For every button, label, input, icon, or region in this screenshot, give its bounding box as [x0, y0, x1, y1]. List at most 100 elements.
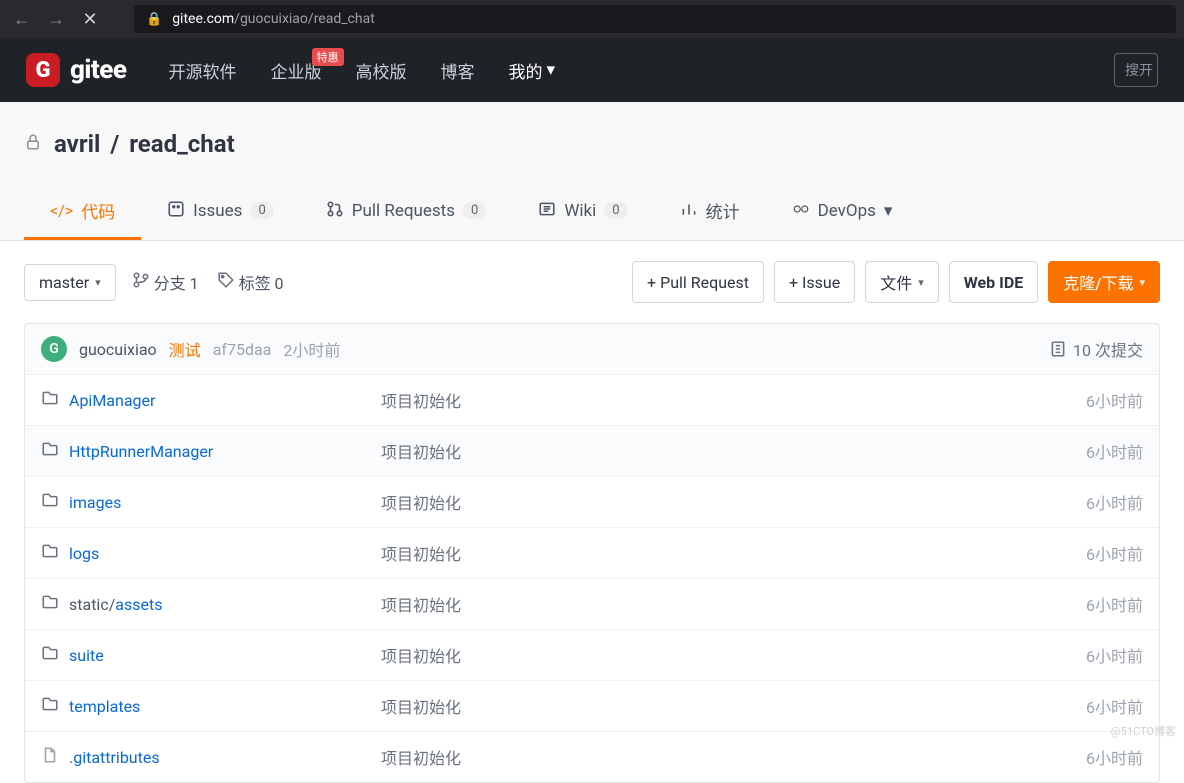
file-link[interactable]: logs [69, 544, 99, 563]
file-link[interactable]: templates [69, 697, 140, 716]
latest-commit-bar: G guocuixiao 测试 af75daa 2小时前 10 次提交 [24, 323, 1160, 374]
tab-issues-label: Issues [193, 201, 242, 221]
tab-wiki[interactable]: Wiki 0 [512, 184, 653, 240]
tab-wiki-label: Wiki [564, 201, 596, 221]
wiki-icon [538, 200, 556, 222]
branch-selector[interactable]: master ▾ [24, 264, 116, 301]
path-separator: / [110, 130, 119, 158]
url-text: gitee.com/guocuixiao/read_chat [172, 11, 375, 27]
file-commit-message[interactable]: 项目初始化 [381, 541, 1023, 565]
file-time: 6小时前 [1023, 541, 1143, 565]
file-time: 6小时前 [1023, 592, 1143, 616]
commit-time: 2小时前 [283, 337, 340, 361]
nav-university[interactable]: 高校版 [356, 58, 407, 83]
search-input[interactable]: 搜开 [1114, 53, 1158, 87]
repo-tabs: </> 代码 Issues 0 Pull Requests 0 Wiki 0 [24, 184, 1160, 240]
issues-count-badge: 0 [250, 202, 273, 219]
branch-icon [132, 274, 154, 293]
repo-owner-link[interactable]: avril [54, 130, 100, 158]
folder-icon [41, 491, 59, 513]
file-time: 6小时前 [1023, 388, 1143, 412]
nav-blog[interactable]: 博客 [441, 58, 475, 83]
chevron-down-icon: ▾ [95, 276, 101, 289]
nav-enterprise[interactable]: 企业版 特惠 [271, 58, 322, 83]
files-label: 文件 [880, 270, 912, 294]
tags-link[interactable]: 标签 0 [217, 270, 284, 294]
wiki-count-badge: 0 [604, 202, 627, 219]
folder-icon [41, 644, 59, 666]
table-row: suite项目初始化6小时前 [25, 629, 1159, 680]
branches-link[interactable]: 分支 1 [132, 270, 199, 294]
table-row: .gitattributes项目初始化6小时前 [25, 731, 1159, 782]
file-commit-message[interactable]: 项目初始化 [381, 439, 1023, 463]
file-name-cell: templates [41, 695, 381, 717]
promo-badge: 特惠 [312, 48, 344, 66]
file-commit-message[interactable]: 项目初始化 [381, 745, 1023, 769]
table-row: static/assets 项目初始化6小时前 [25, 578, 1159, 629]
toolbar-actions: + Pull Request + Issue 文件 ▾ Web IDE 克隆/下… [632, 261, 1160, 303]
tab-issues[interactable]: Issues 0 [141, 184, 300, 240]
forward-button[interactable]: → [42, 5, 70, 33]
file-time: 6小时前 [1023, 439, 1143, 463]
chevron-down-icon: ▾ [1139, 276, 1145, 289]
file-commit-message[interactable]: 项目初始化 [381, 592, 1023, 616]
back-button[interactable]: ← [8, 5, 36, 33]
folder-icon [41, 389, 59, 411]
commit-sha[interactable]: af75daa [213, 340, 272, 359]
repo-toolbar: master ▾ 分支 1 标签 0 + Pull Request + Issu… [0, 241, 1184, 323]
branch-name: master [39, 273, 89, 292]
file-link[interactable]: suite [69, 646, 104, 665]
folder-icon [41, 542, 59, 564]
tag-icon [217, 274, 239, 293]
chevron-down-icon: ▾ [884, 201, 893, 221]
nav-opensource[interactable]: 开源软件 [169, 58, 237, 83]
file-name-cell: .gitattributes [41, 746, 381, 768]
new-issue-button[interactable]: + Issue [774, 261, 855, 303]
clone-button[interactable]: 克隆/下载 ▾ [1048, 261, 1160, 303]
commits-count-label: 10 次提交 [1073, 337, 1143, 361]
file-link[interactable]: ApiManager [69, 391, 155, 410]
commits-count-link[interactable]: 10 次提交 [1049, 337, 1143, 361]
commit-author[interactable]: guocuixiao [79, 340, 157, 359]
tags-label: 标签 0 [239, 274, 284, 293]
commit-message[interactable]: 测试 [169, 337, 201, 361]
file-link[interactable]: HttpRunnerManager [69, 442, 213, 461]
address-bar[interactable]: 🔒 gitee.com/guocuixiao/read_chat [134, 5, 1176, 33]
file-commit-message[interactable]: 项目初始化 [381, 388, 1023, 412]
browser-toolbar: ← → ✕ 🔒 gitee.com/guocuixiao/read_chat [0, 0, 1184, 38]
watermark: @51CTO博客 [1111, 723, 1176, 739]
folder-icon [41, 440, 59, 462]
file-name-cell: logs [41, 542, 381, 564]
tab-devops-label: DevOps [818, 201, 876, 221]
nav-mine[interactable]: 我的 ▾ [509, 58, 556, 83]
tab-pulls[interactable]: Pull Requests 0 [300, 184, 513, 240]
repo-name-link[interactable]: read_chat [129, 130, 234, 158]
branches-label: 分支 1 [154, 274, 199, 293]
files-button[interactable]: 文件 ▾ [865, 261, 939, 303]
site-header: G gitee 开源软件 企业版 特惠 高校版 博客 我的 ▾ 搜开 [0, 38, 1184, 102]
web-ide-button[interactable]: Web IDE [949, 261, 1038, 303]
devops-icon [792, 200, 810, 222]
file-link[interactable]: .gitattributes [69, 748, 160, 767]
gitee-logo[interactable]: G gitee [26, 53, 127, 87]
logo-text: gitee [70, 55, 127, 85]
file-commit-message[interactable]: 项目初始化 [381, 643, 1023, 667]
file-link[interactable]: images [69, 493, 121, 512]
file-commit-message[interactable]: 项目初始化 [381, 490, 1023, 514]
pulls-count-badge: 0 [463, 202, 486, 219]
tab-devops[interactable]: DevOps ▾ [766, 184, 919, 240]
tab-code[interactable]: </> 代码 [24, 184, 141, 240]
table-row: images项目初始化6小时前 [25, 476, 1159, 527]
stop-button[interactable]: ✕ [76, 9, 104, 30]
file-time: 6小时前 [1023, 694, 1143, 718]
chevron-down-icon: ▾ [547, 60, 556, 80]
avatar[interactable]: G [41, 336, 67, 362]
clone-label: 克隆/下载 [1063, 270, 1133, 294]
file-list: ApiManager项目初始化6小时前HttpRunnerManager项目初始… [24, 374, 1160, 783]
file-link[interactable]: static/assets [69, 595, 163, 614]
tab-stats[interactable]: 统计 [654, 184, 766, 240]
file-commit-message[interactable]: 项目初始化 [381, 694, 1023, 718]
file-icon [41, 746, 59, 768]
new-pr-button[interactable]: + Pull Request [632, 261, 764, 303]
logo-badge: G [26, 53, 60, 87]
